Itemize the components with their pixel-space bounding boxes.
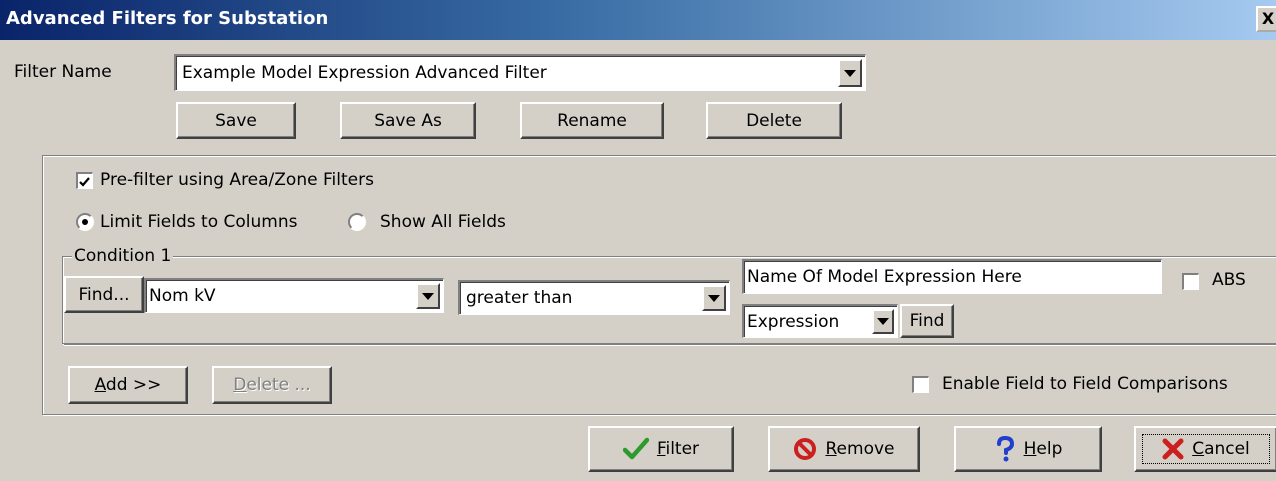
chevron-down-icon <box>708 294 720 302</box>
condition-field-dropdown[interactable]: Nom kV <box>144 278 444 313</box>
remove-button-label: Remove <box>825 439 895 459</box>
find-field-button[interactable]: Find... <box>64 276 144 313</box>
delete-condition-button[interactable]: Delete ... <box>212 366 332 404</box>
radio-selected-dot <box>82 219 88 225</box>
find-expression-button[interactable]: Find <box>900 304 954 338</box>
condition-field-dropdown-arrow[interactable] <box>416 283 440 309</box>
help-button-label: Help <box>1023 439 1063 459</box>
condition-title: Condition 1 <box>72 246 174 266</box>
filter-name-value: Example Model Expression Advanced Filter <box>182 63 547 83</box>
chevron-down-icon <box>422 292 434 300</box>
enable-field-compare-checkbox[interactable] <box>912 376 929 393</box>
operator-value: greater than <box>466 288 573 308</box>
close-button[interactable]: X <box>1256 6 1276 32</box>
abs-checkbox[interactable] <box>1182 273 1199 290</box>
value-type-value: Expression <box>747 311 840 332</box>
filter-button[interactable]: Filter <box>588 426 734 472</box>
show-all-fields-radio[interactable] <box>348 213 366 231</box>
window-title: Advanced Filters for Substation <box>6 8 329 29</box>
filter-name-dropdown-arrow[interactable] <box>838 59 862 87</box>
prefilter-checkbox[interactable] <box>76 172 93 189</box>
rename-button-label: Rename <box>557 110 627 131</box>
operator-dropdown-arrow[interactable] <box>702 285 726 311</box>
filter-name-label: Filter Name <box>14 62 112 82</box>
delete-condition-label: Delete ... <box>233 375 311 395</box>
filter-name-dropdown[interactable]: Example Model Expression Advanced Filter <box>174 54 866 91</box>
condition-value-input[interactable]: Name Of Model Expression Here <box>742 259 1162 294</box>
find-expression-button-label: Find <box>909 311 945 331</box>
save-as-button-label: Save As <box>374 110 442 131</box>
save-button[interactable]: Save <box>176 102 296 139</box>
cancel-button[interactable]: Cancel <box>1134 426 1276 472</box>
title-bar: Advanced Filters for Substation X <box>0 0 1276 40</box>
enable-field-compare-label: Enable Field to Field Comparisons <box>942 374 1228 394</box>
abs-label: ABS <box>1212 270 1246 290</box>
limit-fields-label: Limit Fields to Columns <box>100 212 298 232</box>
separator <box>64 344 1276 346</box>
condition-field-value: Nom kV <box>149 286 216 306</box>
value-type-dropdown-arrow[interactable] <box>872 309 894 334</box>
save-as-button[interactable]: Save As <box>340 102 476 139</box>
find-field-button-label: Find... <box>78 284 130 305</box>
value-type-dropdown[interactable]: Expression <box>742 304 898 338</box>
question-icon <box>996 436 1014 462</box>
help-button[interactable]: Help <box>954 426 1102 472</box>
checkmark-icon <box>622 437 649 460</box>
save-button-label: Save <box>215 110 257 131</box>
focus-rect <box>1142 434 1270 464</box>
rename-button[interactable]: Rename <box>520 102 664 139</box>
remove-button[interactable]: Remove <box>768 426 920 472</box>
add-condition-button[interactable]: Add >> <box>68 366 188 404</box>
limit-fields-radio[interactable] <box>76 213 94 231</box>
operator-dropdown[interactable]: greater than <box>458 280 730 315</box>
add-condition-label: Add >> <box>94 375 162 395</box>
delete-filter-button[interactable]: Delete <box>706 102 842 139</box>
show-all-fields-label: Show All Fields <box>380 212 506 232</box>
chevron-down-icon <box>844 69 856 77</box>
delete-filter-button-label: Delete <box>746 110 802 131</box>
condition-value-text: Name Of Model Expression Here <box>747 267 1022 287</box>
checkmark-icon <box>79 177 90 187</box>
chevron-down-icon <box>877 318 889 325</box>
no-entry-icon <box>794 438 817 460</box>
filter-button-label: Filter <box>656 439 700 459</box>
close-icon: X <box>1261 9 1275 28</box>
prefilter-label: Pre-filter using Area/Zone Filters <box>100 170 374 190</box>
